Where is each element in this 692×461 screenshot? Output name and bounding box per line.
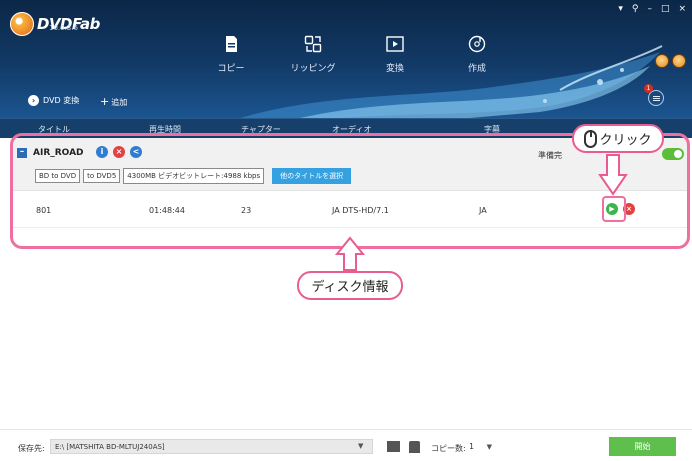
mode-tabs: コピー リッピング 変換 作成 bbox=[190, 34, 518, 74]
mascot-icon[interactable] bbox=[655, 54, 669, 68]
copy-icon bbox=[226, 36, 237, 52]
add-label: 追加 bbox=[111, 98, 128, 107]
notification-badge: 1 bbox=[644, 84, 653, 93]
convert-icon bbox=[386, 36, 404, 52]
chevron-down-icon: ▼ bbox=[486, 443, 493, 451]
click-callout-text: クリック bbox=[599, 133, 652, 148]
tab-convert[interactable]: 変換 bbox=[354, 34, 436, 74]
disc-info-callout: ディスク情報 bbox=[297, 271, 403, 300]
mascot-icon[interactable] bbox=[672, 54, 686, 68]
add-button[interactable]: + 追加 bbox=[100, 95, 127, 108]
iso-icon[interactable] bbox=[409, 441, 420, 453]
copies-label: コピー数: bbox=[431, 444, 466, 453]
disc-info-callout-text: ディスク情報 bbox=[311, 280, 389, 295]
tab-creator-label: 作成 bbox=[467, 64, 486, 74]
tab-copy[interactable]: コピー bbox=[190, 34, 272, 74]
tab-ripper-label: リッピング bbox=[290, 64, 336, 74]
click-callout: クリック bbox=[572, 124, 664, 153]
bottom-bar: 保存先: E:\ [MATSHITA BD-MLTUJ240AS] ▼ コピー数… bbox=[0, 429, 692, 461]
dvd-convert-label: DVD 変換 bbox=[43, 96, 80, 105]
dropdown-icon[interactable]: ▾ bbox=[618, 4, 623, 14]
dvdfab-disc-icon bbox=[10, 12, 34, 36]
tab-convert-label: 変換 bbox=[385, 64, 404, 74]
copies-value: 1 bbox=[469, 442, 475, 451]
save-to-label: 保存先: bbox=[18, 444, 45, 453]
arrow-up-icon bbox=[335, 236, 365, 271]
minimize-button[interactable]: – bbox=[647, 4, 652, 14]
app-version: 10.0.3.6 bbox=[49, 24, 78, 32]
start-button[interactable]: 開始 bbox=[609, 437, 676, 456]
app-header: DVDFab 10.0.3.6 ▾ ⚲ – □ × コピー リッピング 変換 作… bbox=[0, 0, 692, 118]
chevron-down-icon[interactable]: ▼ bbox=[358, 442, 363, 450]
ripper-icon bbox=[304, 35, 322, 53]
mouse-icon bbox=[584, 129, 598, 148]
play-button-highlight bbox=[602, 196, 626, 222]
tab-copy-label: コピー bbox=[217, 64, 245, 74]
dvd-convert-button[interactable]: › DVD 変換 bbox=[28, 95, 79, 106]
arrow-down-icon bbox=[598, 154, 628, 196]
window-controls: ▾ ⚲ – □ × bbox=[618, 4, 686, 14]
wifi-icon[interactable]: ⚲ bbox=[632, 4, 639, 14]
save-path-field[interactable]: E:\ [MATSHITA BD-MLTUJ240AS] bbox=[50, 439, 373, 454]
plus-icon: + bbox=[100, 95, 110, 108]
tab-ripper[interactable]: リッピング bbox=[272, 34, 354, 74]
creator-icon bbox=[468, 35, 486, 53]
close-button[interactable]: × bbox=[678, 4, 686, 14]
maximize-button[interactable]: □ bbox=[661, 4, 670, 14]
tab-creator[interactable]: 作成 bbox=[436, 34, 518, 74]
mascots bbox=[655, 54, 686, 68]
copies-select[interactable]: 1 ▼ bbox=[465, 439, 502, 454]
folder-icon[interactable] bbox=[387, 441, 400, 452]
arrow-right-icon: › bbox=[28, 95, 39, 106]
